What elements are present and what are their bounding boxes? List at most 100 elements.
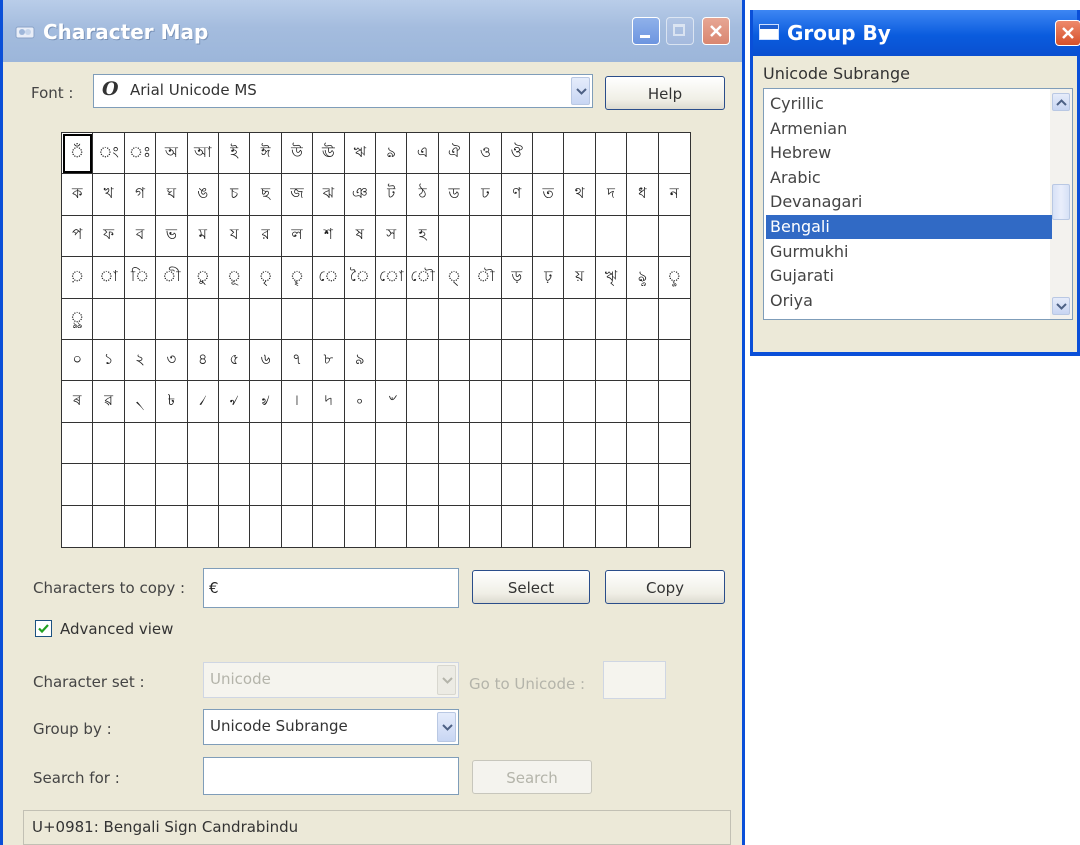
- char-cell[interactable]: [470, 340, 502, 382]
- go-to-unicode-input[interactable]: [603, 661, 666, 699]
- char-cell[interactable]: [375, 422, 408, 465]
- char-cell[interactable]: [658, 464, 690, 506]
- copy-button[interactable]: Copy: [605, 570, 725, 604]
- char-cell[interactable]: [564, 505, 596, 547]
- char-cell[interactable]: অ: [156, 133, 188, 175]
- char-cell[interactable]: ঈ: [250, 133, 282, 175]
- char-cell[interactable]: [595, 422, 628, 465]
- scroll-down-button[interactable]: [1052, 297, 1070, 315]
- char-cell[interactable]: [533, 505, 565, 547]
- char-cell[interactable]: ড: [438, 174, 471, 216]
- char-cell[interactable]: ি: [124, 257, 157, 299]
- char-cell[interactable]: ঢ: [470, 174, 502, 216]
- char-cell[interactable]: [187, 298, 219, 340]
- char-cell[interactable]: [470, 422, 502, 465]
- char-cell[interactable]: গ: [124, 174, 157, 216]
- advanced-view-checkbox[interactable]: [35, 620, 52, 637]
- char-cell[interactable]: ৪: [187, 340, 219, 382]
- char-cell[interactable]: [595, 340, 628, 382]
- char-cell[interactable]: [124, 298, 157, 340]
- char-cell[interactable]: ৲: [124, 381, 157, 423]
- char-cell[interactable]: [344, 298, 376, 340]
- subrange-list-item[interactable]: Armenian: [766, 117, 1052, 141]
- char-cell[interactable]: [250, 422, 282, 465]
- char-cell[interactable]: ্: [438, 257, 471, 299]
- char-cell[interactable]: [439, 505, 471, 547]
- font-dropdown[interactable]: O Arial Unicode MS: [93, 74, 593, 108]
- subrange-list-scrollbar[interactable]: [1050, 89, 1072, 319]
- search-button[interactable]: Search: [472, 760, 592, 794]
- char-cell[interactable]: [596, 505, 628, 547]
- char-cell[interactable]: ঠ: [407, 174, 439, 216]
- char-cell[interactable]: ৸: [313, 381, 345, 423]
- char-cell[interactable]: স: [375, 215, 408, 258]
- subrange-list-item[interactable]: Hebrew: [766, 141, 1052, 165]
- char-cell[interactable]: [93, 298, 125, 340]
- select-button[interactable]: Select: [472, 570, 590, 604]
- char-cell[interactable]: [250, 298, 282, 340]
- char-cell[interactable]: [313, 422, 345, 465]
- search-input[interactable]: [203, 757, 459, 795]
- subrange-list-item[interactable]: Gujarati: [766, 264, 1052, 288]
- char-cell[interactable]: ড়: [501, 257, 533, 299]
- char-cell[interactable]: [658, 423, 690, 465]
- char-cell[interactable]: [502, 505, 533, 547]
- char-cell[interactable]: [532, 215, 565, 258]
- char-cell[interactable]: [595, 133, 628, 175]
- subrange-list-item[interactable]: Arabic: [766, 166, 1052, 190]
- char-cell[interactable]: [375, 340, 408, 382]
- subrange-list-item[interactable]: Oriya: [766, 289, 1052, 313]
- char-cell[interactable]: [218, 422, 251, 465]
- char-cell[interactable]: ৴: [187, 381, 219, 423]
- subrange-list-item[interactable]: Devanagari: [766, 190, 1052, 214]
- char-cell[interactable]: [501, 340, 533, 382]
- char-cell[interactable]: [627, 298, 659, 340]
- subrange-list-item[interactable]: Cyrillic: [766, 92, 1052, 116]
- char-cell[interactable]: [532, 381, 565, 423]
- char-cell[interactable]: [313, 505, 345, 547]
- char-cell[interactable]: ল: [281, 215, 314, 258]
- char-cell[interactable]: আ: [187, 133, 219, 175]
- char-cell[interactable]: [438, 422, 471, 465]
- char-cell[interactable]: ৳: [156, 381, 188, 423]
- char-cell[interactable]: [501, 298, 533, 340]
- char-cell[interactable]: জ: [281, 174, 314, 216]
- char-cell[interactable]: ৱ: [93, 381, 125, 423]
- char-cell[interactable]: ৷: [281, 381, 314, 423]
- char-cell[interactable]: [62, 422, 94, 465]
- char-cell[interactable]: [595, 215, 628, 258]
- char-cell[interactable]: [156, 422, 188, 465]
- char-cell[interactable]: ়: [62, 257, 94, 299]
- char-cell[interactable]: ৹: [344, 381, 376, 423]
- character-set-dropdown[interactable]: Unicode: [203, 662, 459, 698]
- char-cell[interactable]: ই: [218, 133, 251, 175]
- char-cell[interactable]: [93, 505, 125, 547]
- subrange-list-item[interactable]: Gurmukhi: [766, 240, 1052, 264]
- char-cell[interactable]: [501, 215, 533, 258]
- group-by-titlebar[interactable]: Group By: [753, 10, 1080, 56]
- help-button[interactable]: Help: [605, 76, 725, 110]
- char-cell[interactable]: শ: [313, 215, 345, 258]
- char-cell[interactable]: ো: [375, 257, 408, 299]
- char-cell[interactable]: [281, 298, 314, 340]
- char-cell[interactable]: [187, 422, 219, 465]
- char-cell[interactable]: [564, 215, 596, 258]
- char-cell[interactable]: ঢ়: [532, 257, 565, 299]
- char-cell[interactable]: [470, 464, 502, 506]
- char-cell[interactable]: [501, 464, 533, 506]
- char-cell[interactable]: ন: [658, 174, 690, 216]
- scroll-thumb[interactable]: [1052, 184, 1070, 220]
- char-cell[interactable]: [564, 422, 596, 465]
- char-cell[interactable]: [658, 340, 690, 382]
- char-cell[interactable]: [627, 464, 659, 506]
- char-cell[interactable]: [595, 298, 628, 340]
- char-cell[interactable]: ৮: [313, 340, 345, 382]
- subrange-list-item[interactable]: Bengali: [766, 215, 1052, 239]
- char-cell[interactable]: ূ: [218, 257, 251, 299]
- char-cell[interactable]: [345, 505, 376, 547]
- char-cell[interactable]: [407, 340, 439, 382]
- char-cell[interactable]: ু: [187, 257, 219, 299]
- char-cell[interactable]: [156, 464, 188, 506]
- char-cell[interactable]: [344, 422, 376, 465]
- subrange-list[interactable]: Cyrillic Armenian Hebrew Arabic Devanagari Be…: [763, 88, 1073, 320]
